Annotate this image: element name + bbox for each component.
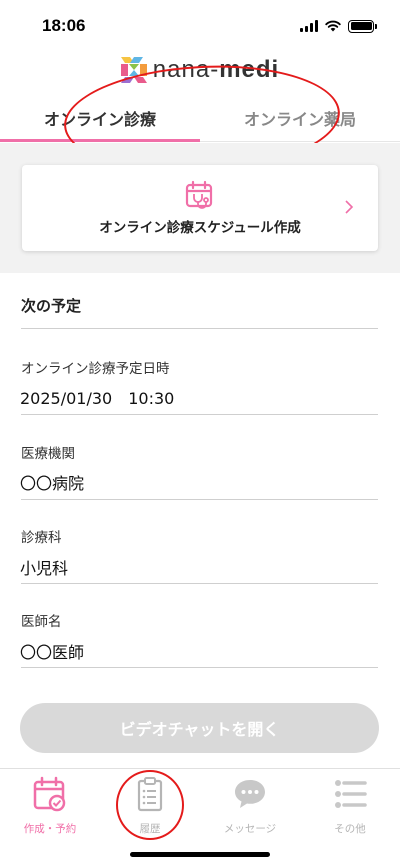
open-video-chat-button[interactable]: ビデオチャットを開く (20, 703, 379, 753)
logo-text-light: nana- (152, 56, 220, 83)
tab-online-consultation[interactable]: オンライン診療 (0, 94, 200, 142)
department-label: 診療科 (21, 530, 62, 546)
divider (21, 414, 378, 415)
divider (21, 328, 378, 329)
department-value: 小児科 (20, 559, 69, 578)
institution-label: 医療機関 (21, 446, 75, 462)
status-time: 18:06 (42, 16, 86, 35)
doctor-label: 医師名 (21, 614, 62, 630)
schedule-create-card[interactable]: オンライン診療スケジュール作成 (22, 165, 378, 251)
wifi-icon (325, 20, 341, 32)
status-icons (300, 19, 377, 33)
calendar-check-icon (33, 776, 66, 812)
schedule-create-label: オンライン診療スケジュール作成 (99, 220, 301, 236)
schedule-banner-area: オンライン診療スケジュール作成 (0, 143, 400, 273)
nav-label-other: その他 (334, 823, 366, 835)
divider (21, 499, 378, 500)
battery-icon (348, 19, 377, 33)
next-appointment-title: 次の予定 (21, 297, 82, 315)
list-icon (335, 780, 367, 808)
signal-icon (300, 20, 318, 32)
datetime-value: 2025/01/30 10:30 (20, 389, 175, 408)
nav-label-messages: メッセージ (223, 823, 277, 835)
nav-item-history[interactable]: 履歴 (100, 775, 200, 836)
nav-label-history: 履歴 (139, 823, 161, 835)
doctor-value: 〇〇医師 (20, 643, 85, 662)
divider (21, 667, 378, 668)
chevron-right-icon (345, 200, 354, 214)
clipboard-icon (137, 777, 163, 812)
calendar-stethoscope-icon (185, 180, 213, 209)
nav-item-messages[interactable]: メッセージ (200, 775, 300, 836)
nav-item-other[interactable]: その他 (300, 775, 400, 836)
home-indicator (130, 852, 270, 857)
tab-online-pharmacy[interactable]: オンライン薬局 (200, 94, 400, 141)
logo-mark-icon (120, 57, 147, 83)
nav-item-create-reserve[interactable]: 作成・予約 (0, 775, 100, 836)
divider (21, 583, 378, 584)
logo-text-bold: medi (219, 56, 280, 83)
datetime-label: オンライン診療予定日時 (21, 361, 170, 377)
tab-bar: オンライン診療 オンライン薬局 (0, 94, 400, 142)
chat-bubble-icon (235, 780, 265, 808)
app-logo: nana-medi (0, 55, 400, 85)
bottom-nav: 作成・予約 履歴 メッセージ その他 (0, 768, 400, 866)
logo-text: nana-medi (153, 56, 279, 84)
nav-label-create-reserve: 作成・予約 (23, 823, 77, 835)
institution-value: 〇〇病院 (20, 474, 85, 493)
status-bar: 18:06 (0, 0, 400, 52)
